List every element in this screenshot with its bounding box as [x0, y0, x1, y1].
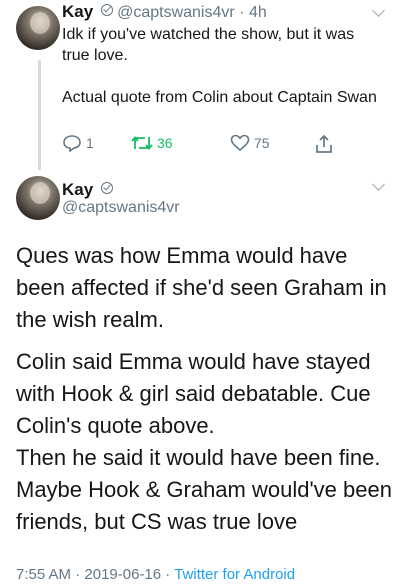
tweet-footer: 7:55 AM · 2019-06-16 · Twitter for Andro…: [16, 566, 295, 583]
display-name[interactable]: Kay: [62, 180, 93, 199]
tweet-paragraph: Colin said Emma would have stayed with H…: [16, 349, 371, 438]
avatar[interactable]: [16, 6, 60, 50]
tweet-paragraph: Then he said it would have been fine. Ma…: [16, 445, 392, 534]
chevron-down-icon[interactable]: [372, 178, 385, 191]
like-count: 75: [254, 135, 270, 151]
thread-line: [38, 60, 41, 170]
timestamp[interactable]: 4h: [249, 4, 267, 21]
tweet-line: Idk if you've watched the show, but it w…: [62, 26, 355, 64]
handle[interactable]: @captswanis4vr: [117, 4, 235, 21]
tweet-line: Actual quote from Colin about Captain Sw…: [62, 89, 377, 106]
retweet-button[interactable]: 36: [130, 134, 173, 152]
tweet-header: Kay @captswanis4vr · 4h: [62, 2, 267, 22]
heart-icon: [230, 134, 250, 152]
tweet-text: Ques was how Emma would have been affect…: [16, 240, 392, 538]
like-button[interactable]: 75: [230, 134, 270, 152]
share-button[interactable]: [314, 134, 334, 154]
source-link[interactable]: Twitter for Android: [174, 566, 295, 583]
tweet-paragraph: Ques was how Emma would have been affect…: [16, 243, 387, 332]
tweet-date[interactable]: 2019-06-16: [84, 566, 161, 583]
verified-icon: [100, 4, 113, 16]
tweet-header: Kay: [62, 180, 113, 200]
share-icon: [316, 134, 332, 153]
tweet-text: Idk if you've watched the show, but it w…: [62, 24, 382, 129]
tweet-actions: 1 36 75: [62, 134, 362, 154]
tweet-time[interactable]: 7:55 AM: [16, 566, 71, 583]
retweet-count: 36: [157, 135, 173, 151]
verified-icon: [100, 182, 113, 194]
avatar[interactable]: [16, 176, 60, 220]
reply-button[interactable]: 1: [62, 134, 94, 152]
reply-icon: [63, 135, 81, 152]
separator-dot: ·: [239, 4, 245, 21]
display-name[interactable]: Kay: [62, 2, 93, 21]
reply-count: 1: [86, 135, 94, 151]
separator-dot: ·: [75, 566, 85, 583]
chevron-down-icon[interactable]: [372, 4, 385, 17]
handle[interactable]: @captswanis4vr: [62, 199, 180, 217]
separator-dot: ·: [165, 566, 175, 583]
retweet-icon: [131, 136, 153, 150]
